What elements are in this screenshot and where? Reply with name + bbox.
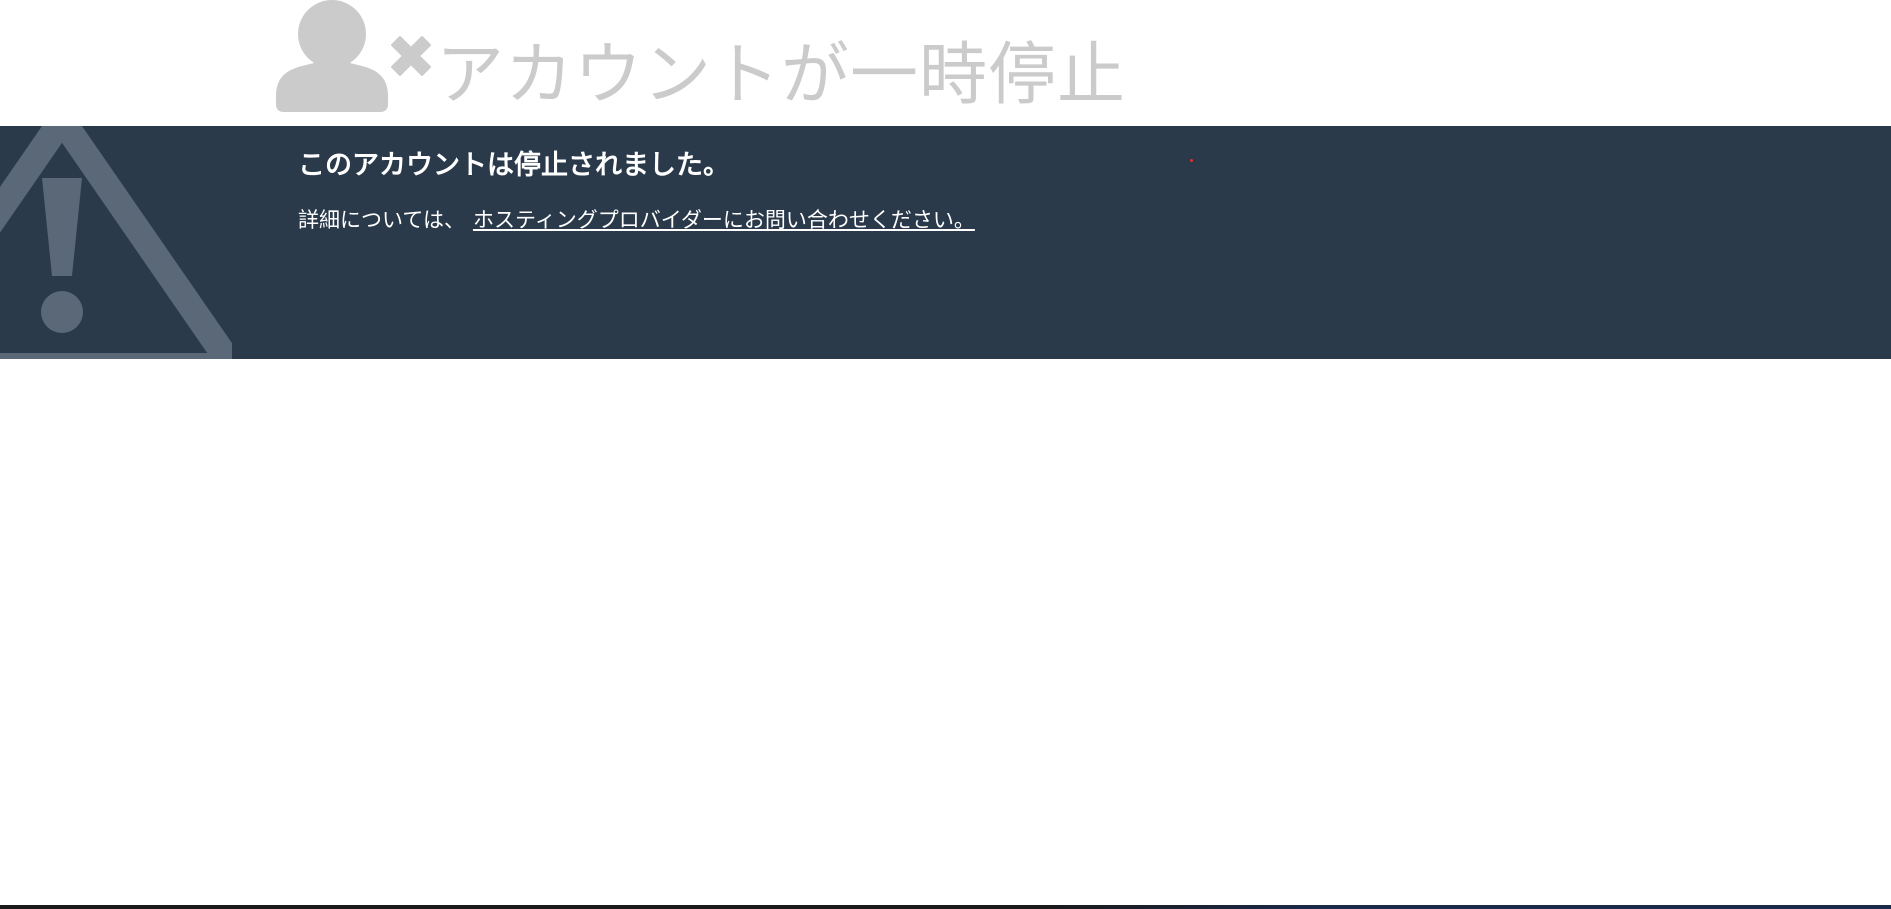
bottom-edge <box>0 905 1891 909</box>
user-icon <box>276 0 388 112</box>
page-header: アカウントが一時停止 <box>0 0 1891 126</box>
banner-message: 詳細については、 ホスティングプロバイダーにお問い合わせください。 <box>298 204 975 236</box>
suspended-page: アカウントが一時停止 このアカウントは停止されました。 詳細については、 ホスティ… <box>0 0 1891 909</box>
banner-heading: このアカウントは停止されました。 <box>298 150 730 181</box>
close-x-icon <box>391 36 431 76</box>
banner-message-prefix: 詳細については、 <box>298 208 465 232</box>
red-dot <box>1190 159 1193 162</box>
page-title: アカウントが一時停止 <box>436 36 1127 115</box>
suspension-banner: このアカウントは停止されました。 詳細については、 ホスティングプロバイダーにお問… <box>0 126 1891 359</box>
warning-triangle-icon <box>0 126 232 359</box>
contact-provider-link[interactable]: ホスティングプロバイダーにお問い合わせください。 <box>473 208 975 232</box>
